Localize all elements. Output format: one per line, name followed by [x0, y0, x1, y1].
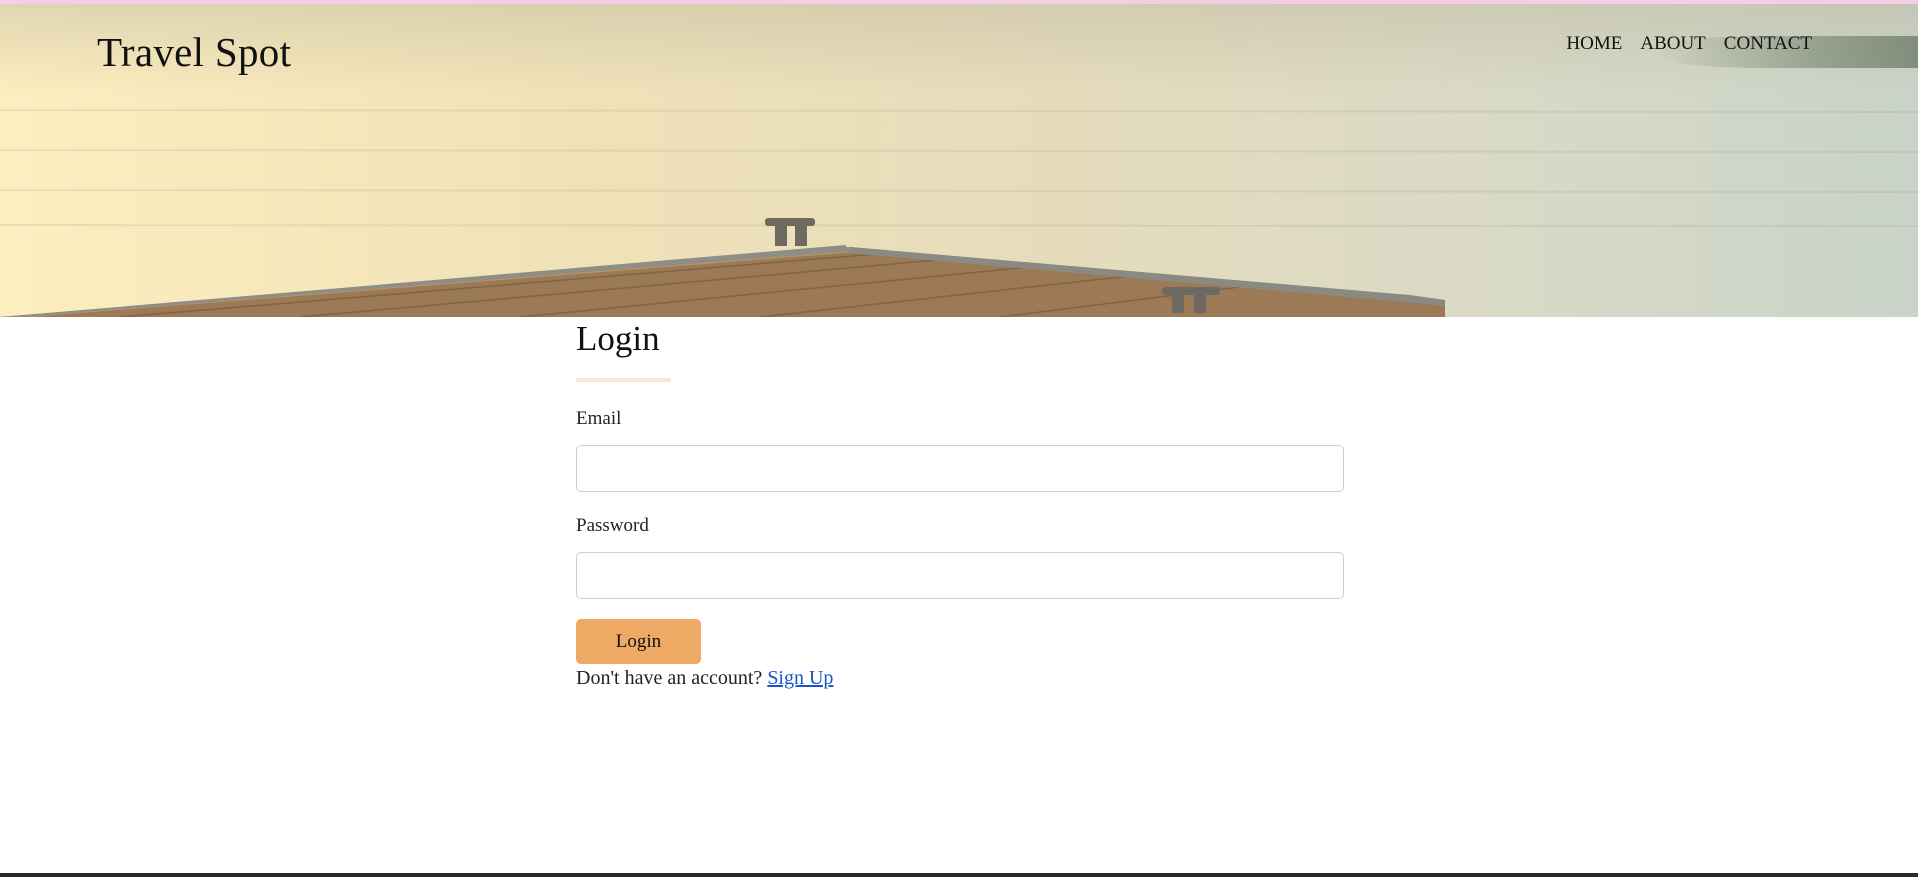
- signup-prompt-text: Don't have an account?: [576, 667, 763, 689]
- nav-contact-link[interactable]: CONTACT: [1724, 33, 1812, 55]
- email-field[interactable]: [576, 445, 1344, 492]
- hero-banner: Travel Spot HOME ABOUT CONTACT: [0, 0, 1918, 317]
- email-label: Email: [576, 408, 622, 429]
- nav-about-link[interactable]: ABOUT: [1640, 33, 1705, 55]
- login-title: Login: [576, 319, 660, 358]
- nav-home-link[interactable]: HOME: [1566, 33, 1622, 55]
- signup-prompt: Don't have an account? Sign Up: [576, 667, 833, 690]
- signup-link[interactable]: Sign Up: [767, 667, 833, 689]
- footer-bar: [0, 873, 1918, 877]
- login-button[interactable]: Login: [576, 619, 701, 664]
- brand-logo[interactable]: Travel Spot: [97, 28, 291, 76]
- title-underline: [576, 378, 671, 382]
- page: Travel Spot HOME ABOUT CONTACT Login Ema…: [0, 0, 1918, 877]
- password-label: Password: [576, 515, 649, 536]
- main-nav: HOME ABOUT CONTACT: [1566, 33, 1812, 55]
- password-field[interactable]: [576, 552, 1344, 599]
